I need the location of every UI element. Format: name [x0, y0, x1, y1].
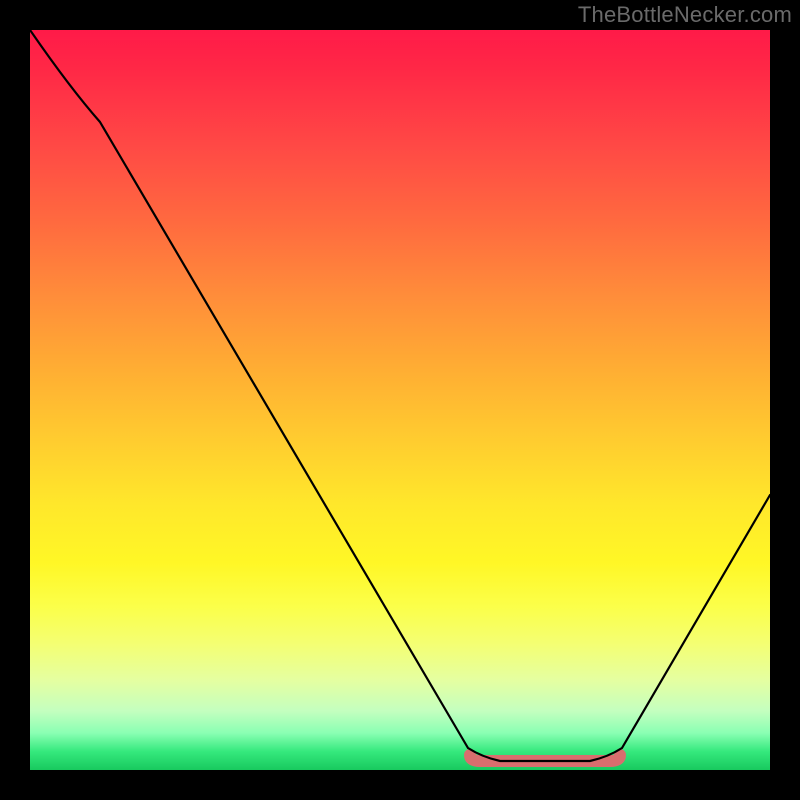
- plot-area: [30, 30, 770, 770]
- chart-frame: TheBottleNecker.com: [0, 0, 800, 800]
- watermark-text: TheBottleNecker.com: [578, 2, 792, 28]
- bottleneck-curve: [30, 30, 770, 761]
- curve-overlay: [30, 30, 770, 770]
